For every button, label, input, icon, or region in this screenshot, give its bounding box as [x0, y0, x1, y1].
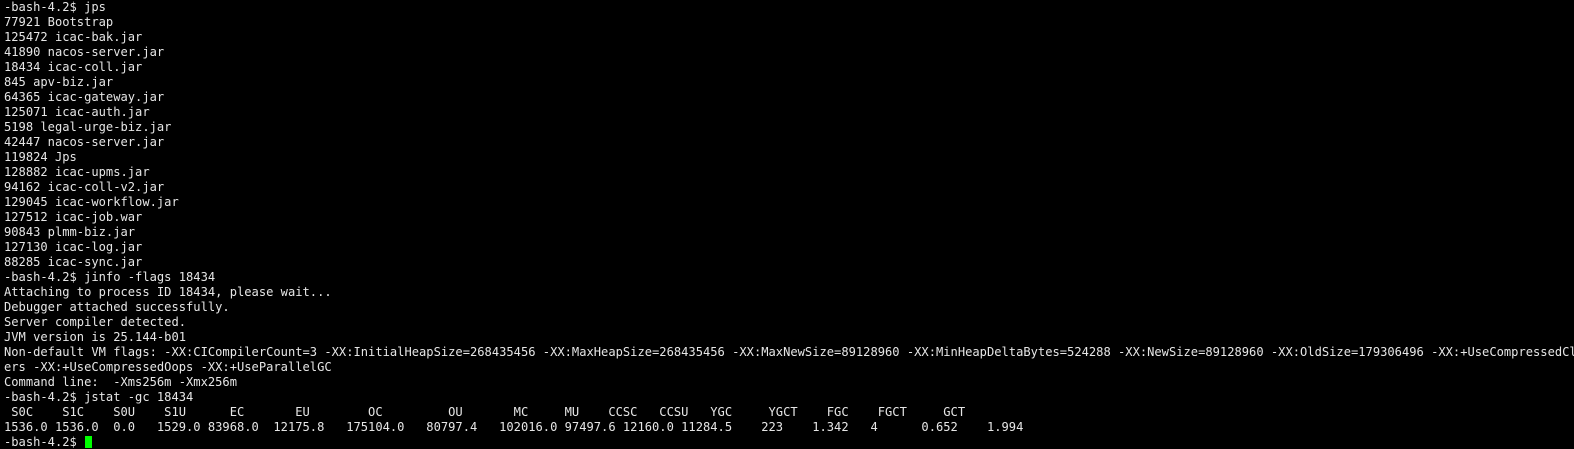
terminal-line: 64365 icac-gateway.jar: [4, 90, 165, 104]
terminal-line: ers -XX:+UseCompressedOops -XX:+UseParal…: [4, 360, 332, 374]
terminal-line: 129045 icac-workflow.jar: [4, 195, 179, 209]
terminal-cursor: [85, 436, 93, 448]
terminal-line: 41890 nacos-server.jar: [4, 45, 165, 59]
terminal-line: 127130 icac-log.jar: [4, 240, 143, 254]
terminal-line: 42447 nacos-server.jar: [4, 135, 165, 149]
terminal-line: 119824 Jps: [4, 150, 77, 164]
terminal-line: 94162 icac-coll-v2.jar: [4, 180, 165, 194]
terminal-line: 5198 legal-urge-biz.jar: [4, 120, 172, 134]
terminal-line: -bash-4.2$ jinfo -flags 18434: [4, 270, 216, 284]
terminal-window[interactable]: -bash-4.2$ jps 77921 Bootstrap 125472 icac…: [0, 0, 1574, 449]
terminal-prompt: -bash-4.2$: [4, 435, 85, 449]
terminal-line: 90843 plmm-biz.jar: [4, 225, 136, 239]
terminal-line: S0C S1C S0U S1U EC EU OC OU MC MU CCSC C…: [4, 405, 966, 419]
terminal-line: Command line: -Xms256m -Xmx256m: [4, 375, 237, 389]
terminal-line: JVM version is 25.144-b01: [4, 330, 187, 344]
terminal-line: Server compiler detected.: [4, 315, 187, 329]
terminal-line: -bash-4.2$ jstat -gc 18434: [4, 390, 194, 404]
terminal-prompt-line[interactable]: -bash-4.2$: [4, 435, 1574, 449]
terminal-line: 1536.0 1536.0 0.0 1529.0 83968.0 12175.8…: [4, 420, 1024, 434]
terminal-line: 127512 icac-job.war: [4, 210, 143, 224]
terminal-line: Non-default VM flags: -XX:CICompilerCoun…: [4, 345, 1574, 359]
terminal-line: 88285 icac-sync.jar: [4, 255, 143, 269]
terminal-line: 125472 icac-bak.jar: [4, 30, 143, 44]
terminal-line: 845 apv-biz.jar: [4, 75, 114, 89]
terminal-line: 18434 icac-coll.jar: [4, 60, 143, 74]
terminal-line: 128882 icac-upms.jar: [4, 165, 150, 179]
terminal-line: -bash-4.2$ jps: [4, 0, 106, 14]
terminal-line: 125071 icac-auth.jar: [4, 105, 150, 119]
terminal-line: Attaching to process ID 18434, please wa…: [4, 285, 332, 299]
terminal-line: Debugger attached successfully.: [4, 300, 230, 314]
terminal-line: 77921 Bootstrap: [4, 15, 114, 29]
terminal-output: -bash-4.2$ jps 77921 Bootstrap 125472 icac…: [4, 0, 1574, 435]
